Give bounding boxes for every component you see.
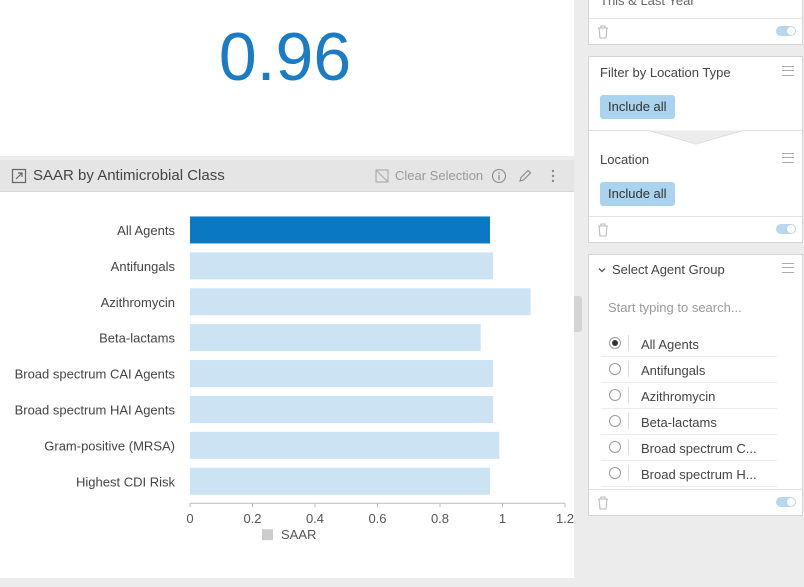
option-label: All Agents [641,337,699,352]
trash-icon[interactable] [596,24,610,40]
trash-icon[interactable] [596,222,610,238]
info-icon[interactable] [491,168,507,184]
toggle-icon[interactable] [776,26,796,36]
bar[interactable] [190,395,494,423]
agent-group-widget: Select Agent Group Start typing to searc… [588,254,803,516]
kebab-menu-icon[interactable] [545,168,561,184]
location-type-chip[interactable]: Include all [600,95,675,119]
option-label: Azithromycin [641,389,716,404]
x-tick-label: 0 [186,511,193,526]
bar[interactable] [190,216,490,244]
chevron-down-icon[interactable] [597,265,607,275]
bar[interactable] [190,467,490,495]
x-tick-label: 0.4 [306,511,324,526]
section-divider [589,130,802,145]
radio-button[interactable] [609,337,621,349]
option-label: Broad spectrum H... [641,467,757,482]
option-label: Broad spectrum C... [641,441,757,456]
agent-group-option[interactable]: Antifungals [601,357,777,383]
kpi-value: 0.96 [218,19,352,95]
agent-group-option[interactable]: Beta-lactams [601,409,777,435]
chart-title: SAAR by Antimicrobial Class [33,167,225,184]
bar[interactable] [190,360,494,388]
separator [628,413,629,429]
splitter[interactable] [574,0,586,587]
location-chip[interactable]: Include all [600,182,675,206]
category-label: Highest CDI Risk [76,474,175,489]
clear-selection-button[interactable]: Clear Selection [375,168,483,183]
clear-selection-label: Clear Selection [395,168,484,183]
category-label: Antifungals [111,259,176,274]
hamburger-menu-icon[interactable] [782,263,794,273]
widget-footer [589,216,802,242]
option-label: Antifungals [641,363,706,378]
separator [628,439,629,455]
radio-button[interactable] [609,415,621,427]
bar[interactable] [190,431,500,459]
agent-group-option[interactable]: All Agents [601,331,777,357]
legend-swatch [262,529,273,541]
x-tick-label: 1.2 [556,511,574,526]
legend-label: SAAR [281,527,316,542]
radio-button[interactable] [609,441,621,453]
chart-header: SAAR by Antimicrobial Class Clear Select… [0,160,574,192]
pencil-icon[interactable] [517,168,533,184]
agent-group-option[interactable]: Broad spectrum C... [601,435,777,461]
bar[interactable] [190,324,481,352]
date-range-title: This & Last Year [600,0,695,8]
category-label: Broad spectrum CAI Agents [15,367,176,382]
chart-panel: SAAR by Antimicrobial Class Clear Select… [0,160,574,578]
separator [628,465,629,481]
category-label: Gram-positive (MRSA) [44,438,175,453]
category-label: Broad spectrum HAI Agents [15,402,176,417]
widget-footer [589,489,802,515]
hamburger-menu-icon[interactable] [782,66,794,76]
x-tick-label: 0.2 [243,511,261,526]
search-input[interactable]: Start typing to search... [608,300,742,315]
x-tick-label: 1 [499,511,506,526]
category-label: All Agents [117,223,175,238]
clear-selection-icon [375,168,389,183]
x-tick-label: 0.6 [368,511,386,526]
agent-group-option[interactable]: Azithromycin [601,383,777,409]
separator [628,335,629,351]
radio-button[interactable] [609,467,621,479]
location-title: Location [600,152,650,167]
hamburger-menu-icon[interactable] [782,153,794,163]
toggle-icon[interactable] [776,224,796,234]
category-label: Azithromycin [101,295,175,310]
category-label: Beta-lactams [99,331,175,346]
option-label: Beta-lactams [641,415,717,430]
agent-group-option[interactable]: Broad spectrum H... [601,461,777,487]
widget-footer [589,18,802,44]
agent-group-title: Select Agent Group [612,262,725,277]
radio-button[interactable] [609,363,621,375]
radio-button[interactable] [609,389,621,401]
expand-icon[interactable] [11,168,27,184]
kpi-tile: 0.96 [0,0,574,156]
toggle-icon[interactable] [776,497,796,507]
separator [628,361,629,377]
trash-icon[interactable] [596,495,610,511]
bar-chart: All Agents Antifungals Azithromycin Beta-la… [15,216,574,542]
location-filter-widget: Filter by Location Type Include all Loca… [588,56,803,243]
separator [628,387,629,403]
date-range-widget: This & Last Year [588,0,803,45]
location-type-title: Filter by Location Type [600,65,731,80]
splitter-handle[interactable] [574,296,582,332]
bar[interactable] [190,288,531,316]
bar[interactable] [190,252,494,280]
x-tick-label: 0.8 [431,511,449,526]
